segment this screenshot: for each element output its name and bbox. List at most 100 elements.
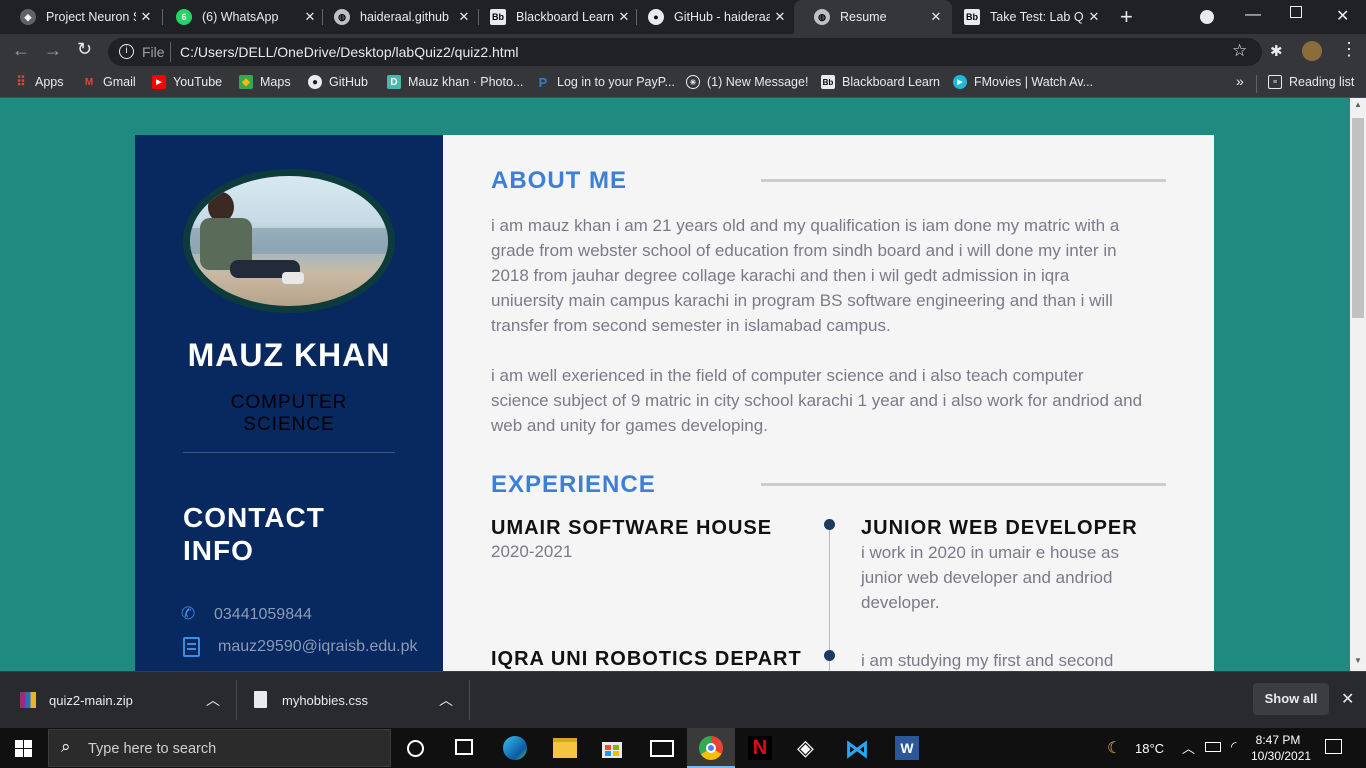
unity-hub-icon[interactable]: ◈ (797, 735, 814, 761)
battery-icon[interactable] (1205, 742, 1221, 752)
weather-moon-icon[interactable]: ☾ (1107, 738, 1121, 758)
tab-take-test[interactable]: Bb Take Test: Lab Qui ✕ (944, 0, 1110, 34)
reading-list-button[interactable]: ≡ Reading list (1268, 75, 1354, 89)
close-icon[interactable]: ✕ (770, 9, 790, 25)
taskbar-clock[interactable]: 8:47 PM 10/30/2021 (1251, 732, 1311, 764)
taskbar-chrome-active[interactable] (687, 728, 735, 768)
contact-email[interactable]: mauz29590@iqraisb.edu.pk (218, 638, 417, 656)
chevron-up-icon[interactable]: ︿ (439, 690, 453, 710)
tab-github[interactable]: ● GitHub - haideraal ✕ (628, 0, 796, 34)
downloads-bar: quiz2-main.zip ︿ myhobbies.css ︿ Show al… (0, 671, 1366, 728)
tab-blackboard[interactable]: Bb Blackboard Learn ✕ (470, 0, 640, 34)
gmail-icon: M (84, 76, 94, 88)
show-all-downloads-button[interactable]: Show all (1253, 683, 1329, 715)
edge-icon[interactable] (503, 736, 527, 760)
chevron-up-icon[interactable]: ︿ (1182, 738, 1195, 757)
word-icon[interactable]: W (895, 736, 919, 760)
page-scrollbar[interactable]: ▲ ▼ (1350, 98, 1366, 671)
chevron-up-icon[interactable]: ︿ (206, 690, 220, 710)
resume-role: COMPUTER SCIENCE (230, 392, 348, 435)
tab-whatsapp[interactable]: 6 (6) WhatsApp ✕ (156, 0, 326, 34)
bookmark-fmovies[interactable]: ▶ FMovies | Watch Av... (953, 75, 1093, 89)
fmovies-icon: ▶ (953, 75, 967, 89)
bookmark-gmail[interactable]: M Gmail (82, 75, 136, 89)
address-url[interactable]: C:/Users/DELL/OneDrive/Desktop/labQuiz2/… (180, 44, 518, 60)
experience-years: 2020-2021 (491, 542, 573, 561)
blackboard-icon: Bb (490, 9, 506, 25)
scrollbar-thumb[interactable] (1352, 118, 1364, 318)
download-filename: myhobbies.css (282, 693, 368, 708)
bookmarks-bar: ⠿ Apps M Gmail ▶ YouTube ◆ Maps ● GitHub… (0, 70, 1366, 98)
scroll-up-icon[interactable]: ▲ (1354, 100, 1362, 109)
experience-company: UMAIR SOFTWARE HOUSE (491, 517, 773, 539)
netflix-icon[interactable]: N (748, 736, 772, 760)
extensions-puzzle-icon[interactable]: ✱ (1270, 42, 1283, 60)
weather-temperature[interactable]: 18°C (1135, 741, 1164, 756)
minimize-icon[interactable]: — (1245, 6, 1261, 24)
close-icon[interactable]: ✕ (136, 9, 156, 25)
reading-list-icon: ≡ (1268, 75, 1282, 89)
bookmark-maps[interactable]: ◆ Maps (239, 75, 291, 89)
bookmark-apps[interactable]: ⠿ Apps (14, 74, 63, 89)
timeline-dot (824, 650, 835, 661)
microsoft-store-icon[interactable] (600, 736, 624, 760)
close-downloads-icon[interactable]: ✕ (1341, 689, 1354, 709)
browser-tab-strip: ◈ Project Neuron S ✕ 6 (6) WhatsApp ✕ ◍ … (0, 0, 1366, 34)
notifications-icon[interactable] (1325, 739, 1342, 754)
github-icon: ● (648, 9, 664, 25)
bookmark-paypal[interactable]: P Log in to your PayP... (536, 74, 675, 90)
bookmark-new-message[interactable]: ✳ (1) New Message! (686, 75, 808, 89)
tab-project-neuron[interactable]: ◈ Project Neuron S ✕ (0, 0, 162, 34)
address-scheme-label: File (142, 44, 165, 60)
restore-icon[interactable] (1290, 6, 1302, 18)
zip-archive-icon (20, 692, 36, 708)
chat-site-icon: ✳ (686, 75, 700, 89)
experience-divider (761, 483, 1166, 486)
tab-search-icon[interactable] (1200, 10, 1214, 24)
chrome-icon (699, 736, 723, 760)
profile-avatar[interactable] (1302, 41, 1322, 61)
bookmark-mauz-photo[interactable]: D Mauz khan · Photo... (387, 75, 523, 89)
globe-icon: ◍ (814, 9, 830, 25)
close-icon[interactable]: ✕ (926, 9, 946, 25)
page-viewport: MAUZ KHAN COMPUTER SCIENCE CONTACT INFO … (0, 98, 1350, 671)
new-tab-plus-icon[interactable]: + (1120, 4, 1133, 30)
address-bar[interactable]: i File C:/Users/DELL/OneDrive/Desktop/la… (108, 38, 1262, 66)
tab-haideraal-github[interactable]: ◍ haideraal.github ✕ (314, 0, 480, 34)
tab-resume[interactable]: ◍ Resume ✕ (794, 0, 952, 34)
email-icon (183, 637, 200, 657)
scroll-down-icon[interactable]: ▼ (1354, 656, 1362, 665)
experience-company: IQRA UNI ROBOTICS DEPART (491, 648, 802, 670)
close-icon[interactable]: ✕ (1084, 9, 1104, 25)
taskbar-search-placeholder: Type here to search (88, 741, 217, 757)
blackboard-icon: Bb (821, 75, 835, 89)
file-explorer-icon[interactable] (553, 738, 577, 758)
mail-icon[interactable] (650, 740, 674, 757)
download-item[interactable]: quiz2-main.zip ︿ (0, 672, 236, 729)
taskbar-search-box[interactable]: ⌕ Type here to search (48, 729, 391, 767)
bookmarks-overflow-button[interactable]: » (1236, 73, 1244, 89)
wifi-icon[interactable]: ◜ (1231, 738, 1236, 755)
vscode-icon[interactable]: ⋈ (845, 735, 869, 764)
bookmark-github[interactable]: ● GitHub (308, 75, 368, 89)
info-icon[interactable]: i (119, 44, 134, 59)
task-view-icon[interactable] (455, 739, 473, 755)
blackboard-icon: Bb (964, 9, 980, 25)
windows-start-icon[interactable] (15, 740, 32, 757)
reload-icon[interactable]: ↻ (77, 39, 92, 60)
timeline-dot (824, 519, 835, 530)
back-arrow-icon[interactable]: ← (12, 40, 30, 61)
contact-info-title: CONTACT INFO (183, 502, 325, 566)
cortana-icon[interactable] (407, 740, 424, 757)
resume-sidebar: MAUZ KHAN COMPUTER SCIENCE CONTACT INFO … (135, 135, 443, 671)
bookmark-youtube[interactable]: ▶ YouTube (152, 75, 222, 89)
resume-name: MAUZ KHAN (187, 337, 391, 373)
download-item[interactable]: myhobbies.css ︿ (237, 672, 469, 729)
menu-kebab-icon[interactable]: ⋮ (1340, 39, 1358, 60)
bookmark-blackboard[interactable]: Bb Blackboard Learn (821, 75, 940, 89)
paypal-icon: P (538, 74, 548, 90)
profile-photo (190, 176, 388, 306)
forward-arrow-icon[interactable]: → (44, 40, 62, 61)
window-close-icon[interactable]: ✕ (1336, 6, 1349, 26)
bookmark-star-icon[interactable]: ☆ (1232, 41, 1247, 61)
